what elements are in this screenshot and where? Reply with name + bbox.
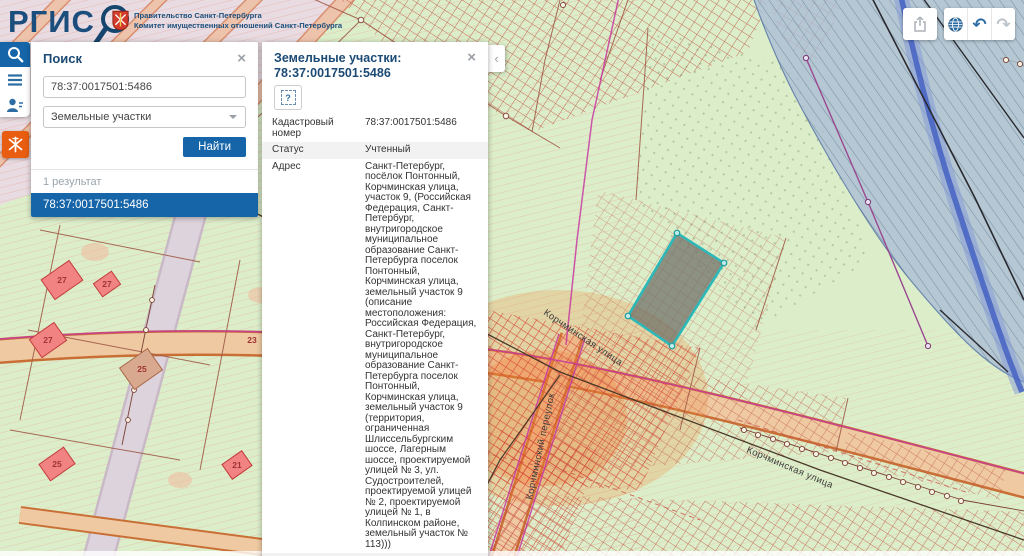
search-icon — [6, 45, 25, 64]
identify-tool-button[interactable]: ? — [274, 85, 302, 110]
sidebar-item-search[interactable] — [0, 42, 30, 67]
parcel-number: 27 — [102, 279, 112, 289]
attribution-strip — [0, 551, 1024, 556]
field-row-status: Статус Учтенный — [262, 142, 488, 159]
search-input[interactable] — [43, 76, 246, 98]
redo-icon: ↷ — [996, 16, 1010, 33]
details-panel-collapse-button[interactable]: ‹ — [488, 45, 505, 72]
field-value: 78:37:0017501:5486 — [365, 118, 478, 139]
identify-question-icon: ? — [281, 90, 296, 105]
search-panel: Поиск × Земельные участки Найти 1 резуль… — [31, 42, 258, 217]
parcel-number: 25 — [137, 364, 147, 374]
field-value: Санкт-Петербург, посёлок Понтонный, Корч… — [365, 162, 478, 551]
spb-coat-of-arms-icon — [112, 10, 129, 31]
find-button[interactable]: Найти — [183, 137, 246, 157]
redo-button[interactable]: ↷ — [991, 8, 1015, 40]
sidebar-item-user-list[interactable] — [0, 92, 30, 117]
basemap-globe-button[interactable] — [944, 8, 967, 40]
field-value: Учтенный — [365, 145, 478, 156]
parcel-number: 23 — [247, 335, 257, 345]
globe-icon — [947, 16, 964, 33]
export-button[interactable] — [903, 8, 937, 40]
field-label: Статус — [272, 145, 365, 156]
search-panel-title: Поиск — [43, 51, 82, 66]
parcel-number: 25 — [52, 459, 62, 469]
sidebar-item-layers[interactable] — [0, 67, 30, 92]
search-panel-close-button[interactable]: × — [237, 52, 246, 66]
gov-line-2: Комитет имущественных отношений Санкт-Пе… — [134, 21, 342, 31]
result-item-selected[interactable]: 78:37:0017501:5486 — [31, 193, 258, 217]
rgis-app-window: 27 27 27 23 25 25 21 17 Корчминская улиц… — [0, 0, 1024, 556]
government-header: Правительство Санкт-Петербурга Комитет и… — [112, 9, 342, 31]
search-category-select[interactable]: Земельные участки — [43, 106, 246, 128]
details-panel: Земельные участки: 78:37:0017501:5486 × … — [262, 42, 488, 556]
field-row-address: Адрес Санкт-Петербург, посёлок Понтонный… — [262, 159, 488, 554]
details-panel-title: Земельные участки: 78:37:0017501:5486 — [274, 51, 467, 81]
app-logo-text: РГИС — [8, 2, 95, 42]
field-row-cadastral-number: Кадастровый номер 78:37:0017501:5486 — [262, 115, 488, 142]
parcel-number: 27 — [43, 335, 53, 345]
map-toolbar: ↶ ↷ — [944, 8, 1015, 40]
sidebar-item-spb-portal[interactable] — [2, 131, 29, 158]
user-list-icon — [6, 97, 24, 113]
tool-sidebar — [0, 42, 30, 117]
chevron-down-icon — [229, 115, 237, 119]
gov-line-1: Правительство Санкт-Петербурга — [134, 11, 342, 21]
spb-emblem-icon — [7, 136, 24, 153]
details-panel-close-button[interactable]: × — [467, 51, 476, 65]
menu-icon — [7, 73, 23, 87]
undo-button[interactable]: ↶ — [967, 8, 991, 40]
attribute-table: Кадастровый номер 78:37:0017501:5486 Ста… — [262, 115, 488, 556]
parcel-number: 21 — [232, 460, 242, 470]
results-count: 1 результат — [31, 169, 258, 193]
undo-icon: ↶ — [972, 16, 986, 33]
parcel-number: 27 — [57, 275, 67, 285]
field-label: Адрес — [272, 162, 365, 551]
search-category-value: Земельные участки — [51, 111, 151, 123]
export-icon — [911, 15, 929, 33]
field-label: Кадастровый номер — [272, 118, 365, 139]
